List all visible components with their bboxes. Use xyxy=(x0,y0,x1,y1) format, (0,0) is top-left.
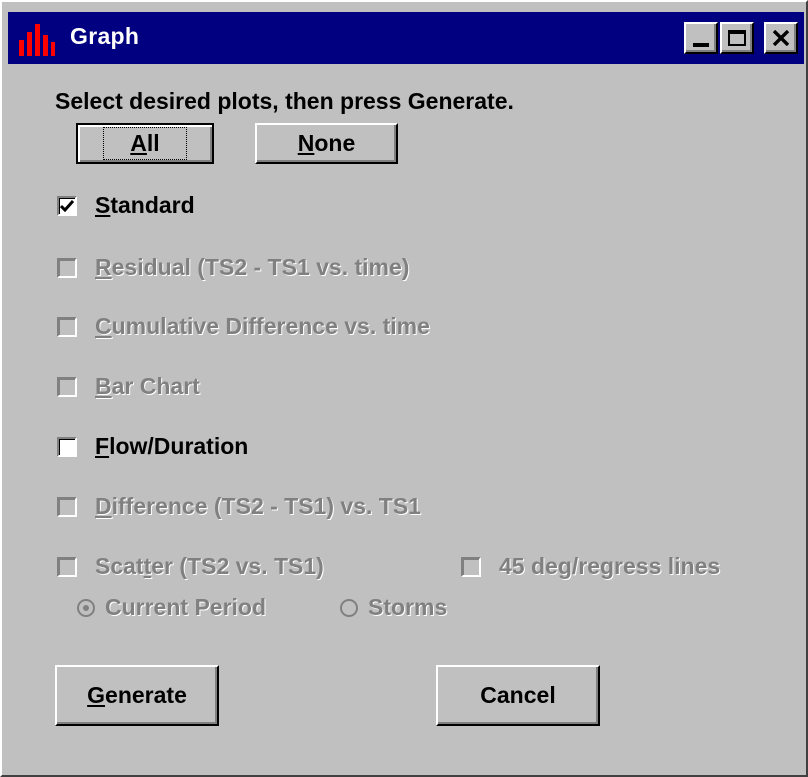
storms-radio: Storms xyxy=(340,594,447,621)
bar-chart-icon xyxy=(19,24,55,56)
close-icon xyxy=(772,30,790,46)
radio-label: Current Period xyxy=(105,594,267,620)
checkbox-box xyxy=(57,496,77,517)
checkbox-box[interactable] xyxy=(57,436,77,457)
generate-button[interactable]: Generate xyxy=(55,665,219,726)
checkbox-label: Bar Chart xyxy=(95,373,200,399)
close-button[interactable] xyxy=(764,22,798,54)
none-accelerator: N xyxy=(297,130,315,156)
radio-selected-icon xyxy=(77,598,95,617)
bar-chart-checkbox: Bar Chart xyxy=(57,373,200,400)
cancel-button[interactable]: Cancel xyxy=(436,665,600,726)
select-none-button[interactable]: None xyxy=(255,123,398,164)
minimize-button[interactable] xyxy=(684,22,718,54)
scatter-checkbox: Scatter (TS2 vs. TS1) xyxy=(57,553,324,580)
checkbox-box xyxy=(57,316,77,337)
all-accelerator: A xyxy=(130,130,147,156)
generate-label: enerate xyxy=(105,682,187,708)
cumulative-difference-checkbox: Cumulative Difference vs. time xyxy=(57,313,430,340)
checkbox-box xyxy=(461,556,481,577)
generate-accelerator: G xyxy=(87,682,106,708)
graph-dialog: Graph Select desired plots, then press G… xyxy=(0,0,808,777)
checkbox-label: Standard xyxy=(95,192,195,218)
radio-unselected-icon xyxy=(340,598,358,617)
difference-checkbox: Difference (TS2 - TS1) vs. TS1 xyxy=(57,493,421,520)
checkmark-icon xyxy=(60,199,74,212)
radio-label: Storms xyxy=(368,594,448,620)
checkbox-box[interactable] xyxy=(57,195,77,216)
residual-checkbox: Residual (TS2 - TS1 vs. time) xyxy=(57,254,409,281)
window-title: Graph xyxy=(70,23,140,49)
standard-checkbox[interactable]: Standard xyxy=(57,192,195,219)
select-all-button[interactable]: All xyxy=(76,123,214,164)
instruction-text: Select desired plots, then press Generat… xyxy=(55,88,514,114)
minimize-icon xyxy=(693,43,709,47)
checkbox-label: Difference (TS2 - TS1) vs. TS1 xyxy=(95,493,421,519)
checkbox-label: Residual (TS2 - TS1 vs. time) xyxy=(95,254,410,280)
checkbox-label: 45 deg/regress lines xyxy=(499,553,721,579)
current-period-radio: Current Period xyxy=(77,594,266,621)
flow-duration-checkbox[interactable]: Flow/Duration xyxy=(57,433,248,460)
regress-lines-checkbox: 45 deg/regress lines xyxy=(461,553,720,580)
checkbox-label: Cumulative Difference vs. time xyxy=(95,313,430,339)
title-bar[interactable]: Graph xyxy=(8,12,804,64)
checkbox-box xyxy=(57,257,77,278)
maximize-icon xyxy=(728,30,746,46)
checkbox-label: Flow/Duration xyxy=(95,433,249,459)
checkbox-box xyxy=(57,556,77,577)
checkbox-label: Scatter (TS2 vs. TS1) xyxy=(95,553,324,579)
maximize-button[interactable] xyxy=(720,22,754,54)
none-label: one xyxy=(314,130,356,156)
focus-ring: All xyxy=(103,127,187,160)
checkbox-box xyxy=(57,376,77,397)
all-label: ll xyxy=(146,130,160,156)
